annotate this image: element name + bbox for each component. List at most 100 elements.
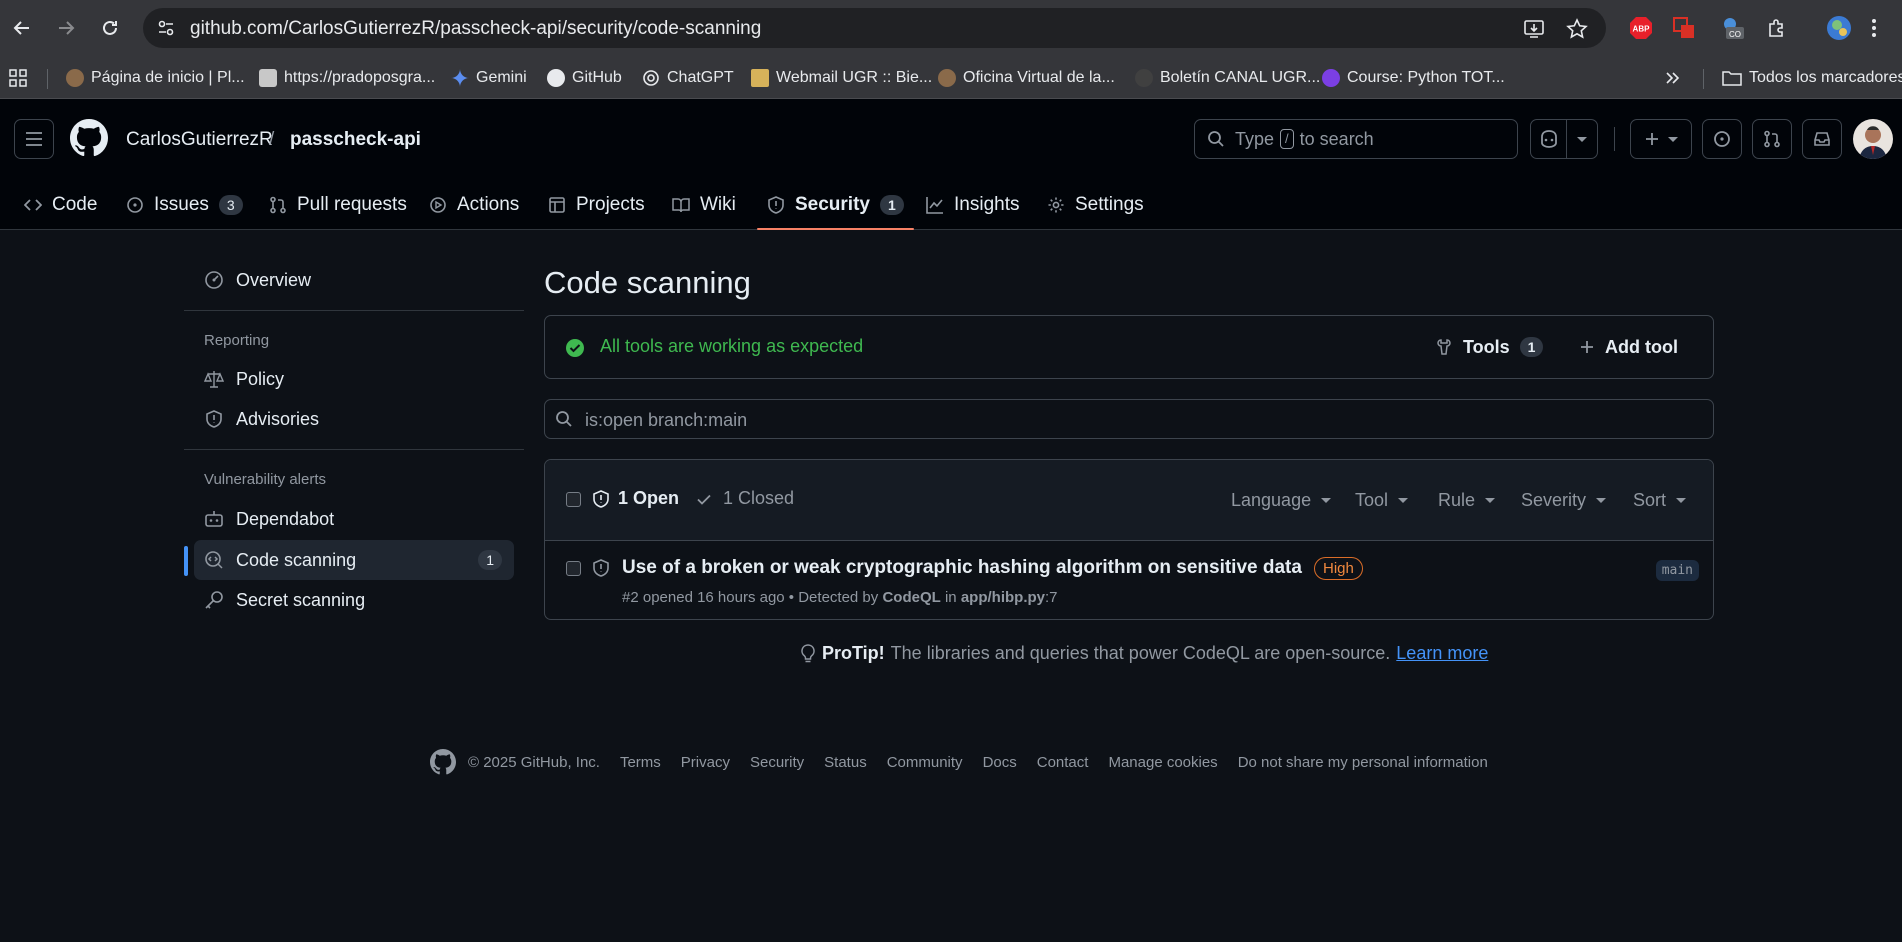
footer-link-docs[interactable]: Docs [983,754,1017,771]
tab-settings[interactable]: Settings [1047,179,1144,230]
back-button[interactable] [7,13,37,43]
bookmark-item[interactable]: https://pradoposgra... [259,64,435,92]
forward-button[interactable] [51,13,81,43]
search-placeholder-post: to search [1299,128,1374,149]
issues-button[interactable] [1702,119,1742,159]
sidebar-item-secret-scanning[interactable]: Secret scanning [194,580,514,620]
search-input[interactable]: Type / to search [1194,119,1518,159]
bookmark-item[interactable]: Boletín CANAL UGR... [1135,64,1320,92]
branch-tag[interactable]: main [1655,560,1699,581]
all-bookmarks[interactable]: Todos los marcadores [1722,64,1902,92]
browser-toolbar: github.com/CarlosGutierrezR/passcheck-ap… [0,0,1902,57]
tab-wiki[interactable]: Wiki [672,179,736,230]
sidebar-item-dependabot[interactable]: Dependabot [194,499,514,539]
open-filter[interactable]: 1 Open [592,488,679,509]
apps-grid-icon[interactable] [8,64,28,92]
check-icon [697,494,711,505]
browser-menu-icon[interactable] [1866,14,1882,42]
bookmarks-bar: Página de inicio | Pl... https://pradopo… [0,57,1902,99]
tab-code[interactable]: Code [24,179,97,230]
chevron-down-icon [1676,498,1687,503]
sidebar-item-advisories[interactable]: Advisories [194,399,514,439]
bookmark-item[interactable]: Página de inicio | Pl... [66,64,245,92]
sidebar-item-policy[interactable]: Policy [194,359,514,399]
repo-owner-link[interactable]: CarlosGutierrezR [126,129,273,151]
github-mark-icon[interactable] [430,749,456,775]
closed-filter[interactable]: 1 Closed [695,488,794,509]
footer-link-community[interactable]: Community [887,754,963,771]
github-logo-icon[interactable] [70,119,108,157]
footer-link-manage-cookies[interactable]: Manage cookies [1108,754,1217,771]
learn-more-link[interactable]: Learn more [1396,643,1488,664]
rule-filter-dropdown[interactable]: Rule [1438,490,1496,511]
active-item-marker [184,546,188,576]
avatar[interactable] [1853,119,1893,159]
inbox-button[interactable] [1802,119,1842,159]
install-app-icon[interactable] [1523,18,1545,40]
footer-link-security[interactable]: Security [750,754,804,771]
shield-icon [206,410,222,428]
tools-icon [1437,339,1451,355]
tool-status-text: All tools are working as expected [600,336,864,356]
footer-link-status[interactable]: Status [824,754,867,771]
tab-security[interactable]: Security 1 [757,179,914,230]
url-text[interactable]: github.com/CarlosGutierrezR/passcheck-ap… [190,18,761,40]
chevron-down-icon[interactable] [1567,136,1597,142]
sidebar-item-overview[interactable]: Overview [194,260,514,300]
address-bar[interactable]: github.com/CarlosGutierrezR/passcheck-ap… [143,8,1606,48]
search-icon [1207,130,1225,148]
tab-insights[interactable]: Insights [926,179,1019,230]
bookmark-item[interactable]: Oficina Virtual de la... [938,64,1115,92]
copilot-button[interactable] [1530,119,1598,159]
adblock-extension-icon[interactable]: ABP [1627,14,1655,42]
tab-issues[interactable]: Issues 3 [126,179,243,230]
language-filter-dropdown[interactable]: Language [1231,490,1332,511]
select-all-checkbox[interactable] [566,492,581,507]
tool-filter-dropdown[interactable]: Tool [1355,490,1409,511]
translate-extension-icon[interactable] [1670,14,1698,42]
alert-file-link[interactable]: app/hibp.py [961,589,1045,606]
tab-actions[interactable]: Actions [429,179,519,230]
tab-pull-requests[interactable]: Pull requests [269,179,407,230]
footer-link-terms[interactable]: Terms [620,754,661,771]
play-circle-icon [430,196,446,213]
bookmark-star-icon[interactable] [1566,18,1588,40]
severity-filter-dropdown[interactable]: Severity [1521,490,1607,511]
bookmark-item[interactable]: Webmail UGR :: Bie... [751,64,932,92]
check-circle-icon [565,338,585,358]
bookmark-item[interactable]: GitHub [547,64,622,92]
footer-link-contact[interactable]: Contact [1037,754,1089,771]
footer-link-do-not-share[interactable]: Do not share my personal information [1238,754,1488,771]
shield-icon [592,559,610,577]
profile-avatar-icon[interactable] [1825,14,1853,42]
alerts-filter-input[interactable]: is:open branch:main [544,399,1714,439]
bookmark-item[interactable]: Gemini [451,64,527,92]
code-scanning-count: 1 [478,550,502,570]
tools-button[interactable]: Tools 1 [1435,330,1544,364]
alert-checkbox[interactable] [566,561,581,576]
alert-title-link[interactable]: Use of a broken or weak cryptographic ha… [622,557,1302,579]
sort-dropdown[interactable]: Sort [1633,490,1687,511]
sidebar-item-code-scanning[interactable]: Code scanning 1 [194,540,514,580]
pull-requests-button[interactable] [1752,119,1792,159]
co-extension-icon[interactable]: CO [1720,14,1748,42]
codescan-icon [205,551,223,569]
create-new-button[interactable] [1630,119,1692,159]
extensions-puzzle-icon[interactable] [1763,14,1791,42]
table-icon [549,196,565,213]
reload-button[interactable] [95,13,125,43]
page-title: Code scanning [544,265,751,300]
site-info-icon[interactable] [155,17,177,39]
more-bookmarks-icon[interactable] [1664,64,1680,92]
add-tool-button[interactable]: Add tool [1579,330,1678,364]
chevron-down-icon [1321,498,1332,503]
bookmark-item[interactable]: Course: Python TOT... [1322,64,1505,92]
footer-link-privacy[interactable]: Privacy [681,754,730,771]
repo-name-link[interactable]: passcheck-api [290,129,421,151]
menu-button[interactable] [14,119,54,159]
tab-projects[interactable]: Projects [548,179,645,230]
pull-request-icon [270,196,286,213]
tool-status-panel: All tools are working as expected Tools … [544,315,1714,379]
chevron-down-icon [1485,498,1496,503]
bookmark-item[interactable]: ChatGPT [642,64,734,92]
